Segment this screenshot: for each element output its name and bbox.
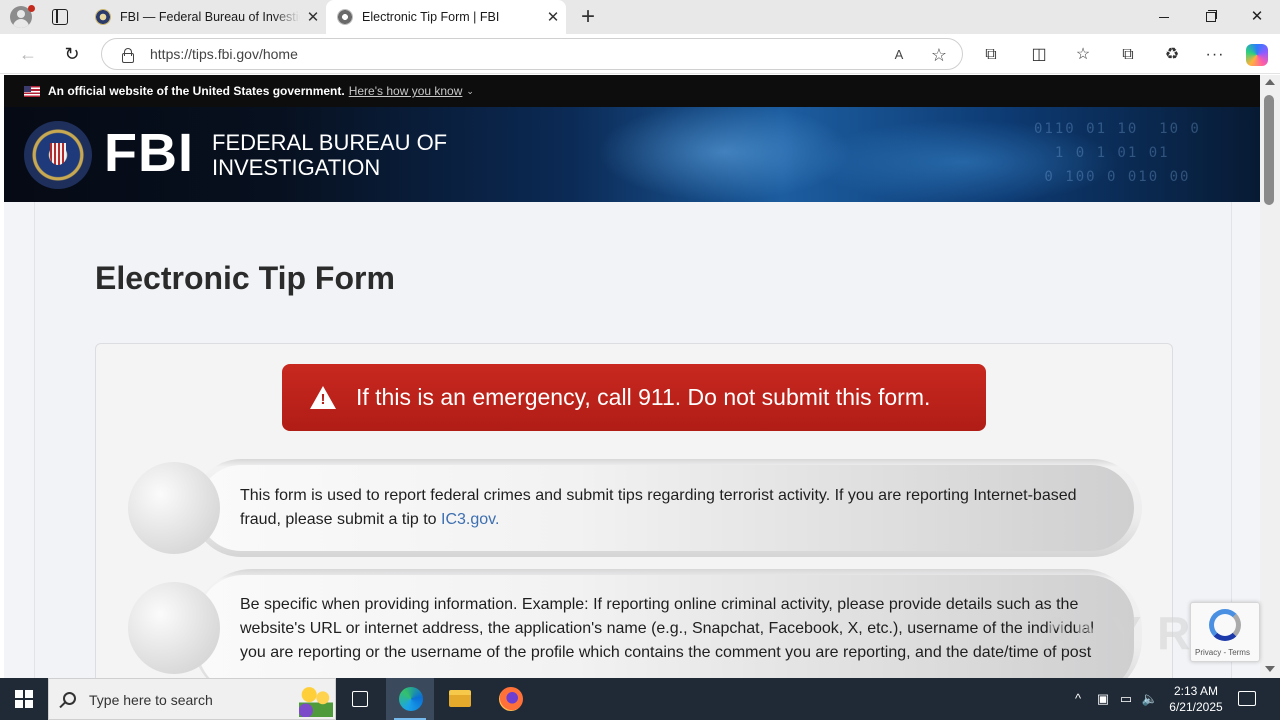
info-text: This form is used to report federal crim… — [240, 484, 1100, 532]
windows-start-icon[interactable] — [15, 690, 33, 708]
close-window-button[interactable]: ✕ — [1234, 0, 1280, 34]
scroll-thumb[interactable] — [1264, 95, 1274, 205]
info-item: Be specific when providing information. … — [128, 569, 1142, 678]
url-text[interactable]: https://tips.fbi.gov/home — [150, 46, 298, 62]
browser-essentials-icon[interactable]: ♻ — [1161, 44, 1183, 66]
warning-triangle-icon — [310, 386, 336, 409]
tab-title: Electronic Tip Form | FBI — [362, 10, 500, 24]
info-text-body: This form is used to report federal crim… — [240, 487, 1077, 528]
settings-more-icon[interactable]: ··· — [1204, 44, 1226, 66]
meet-now-icon[interactable]: ▣ — [1093, 678, 1113, 720]
back-arrow-icon[interactable]: ← — [14, 40, 42, 68]
search-highlight-flowers-icon — [299, 685, 333, 717]
clock-date: 6/21/2025 — [1169, 700, 1223, 714]
file-explorer-icon[interactable] — [436, 678, 484, 720]
agency-name[interactable]: FEDERAL BUREAU OF INVESTIGATION — [212, 130, 447, 180]
windows-taskbar: Type here to search ^ ▣ ▭ 🔈 2:13 AM 6/21… — [0, 678, 1280, 720]
site-info-lock-icon[interactable] — [120, 47, 134, 63]
minimize-button[interactable] — [1141, 0, 1187, 34]
site-header: 0110 01 10 10 0 1 0 1 01 01 0 100 0 010 … — [4, 107, 1260, 202]
fbi-seal-favicon-icon — [95, 9, 111, 25]
taskbar-clock[interactable]: 2:13 AM 6/21/2025 — [1162, 683, 1230, 715]
network-icon[interactable]: ▭ — [1116, 678, 1136, 720]
gov-banner-text: An official website of the United States… — [48, 84, 345, 98]
browser-toolbar: ← ↻ https://tips.fbi.gov/home A ☆ ⧉ ◫ ☆ … — [0, 34, 1280, 74]
collections-icon[interactable]: ⧉ — [1117, 44, 1139, 66]
copilot-icon[interactable] — [1246, 44, 1268, 66]
us-flag-icon — [24, 85, 40, 97]
edge-browser-icon[interactable] — [386, 678, 434, 720]
extensions-icon[interactable]: ⧉ — [980, 44, 1002, 66]
info-item: This form is used to report federal crim… — [128, 459, 1142, 557]
emergency-alert-text: If this is an emergency, call 911. Do no… — [356, 384, 931, 410]
info-text: Be specific when providing information. … — [240, 596, 1094, 661]
info-bullet-circle — [128, 462, 220, 554]
tab-close-icon[interactable]: ✕ — [540, 8, 566, 26]
firefox-icon[interactable] — [486, 678, 534, 720]
tab-fbi-home[interactable]: FBI — Federal Bureau of Investigation ✕ — [84, 0, 326, 34]
scroll-down-arrow-icon[interactable] — [1265, 666, 1275, 672]
emergency-alert: If this is an emergency, call 911. Do no… — [282, 364, 986, 431]
new-tab-button[interactable]: + — [576, 2, 600, 32]
web-page: An official website of the United States… — [4, 75, 1260, 678]
tab-actions-icon[interactable] — [52, 9, 68, 25]
clock-time: 2:13 AM — [1173, 684, 1219, 698]
gov-banner: An official website of the United States… — [4, 75, 1260, 107]
add-favorite-star-icon[interactable]: ☆ — [928, 44, 950, 66]
recaptcha-privacy-terms[interactable]: Privacy - Terms — [1195, 648, 1250, 657]
fbi-logo[interactable]: FBI — [104, 123, 194, 183]
reload-icon[interactable]: ↻ — [58, 40, 86, 68]
fbi-seal-favicon-icon — [337, 9, 353, 25]
form-container: If this is an emergency, call 911. Do no… — [95, 343, 1173, 678]
recaptcha-badge[interactable]: Privacy - Terms — [1190, 602, 1260, 662]
favorites-icon[interactable]: ☆ — [1072, 44, 1094, 66]
binary-background-art: 0110 01 10 10 0 1 0 1 01 01 0 100 0 010 … — [1034, 121, 1201, 185]
tab-title: FBI — Federal Bureau of Investigation — [120, 10, 300, 24]
read-aloud-icon[interactable]: A — [888, 44, 910, 66]
split-screen-icon[interactable]: ◫ — [1028, 44, 1050, 66]
search-placeholder: Type here to search — [89, 692, 213, 708]
tab-electronic-tip-form[interactable]: Electronic Tip Form | FBI ✕ — [326, 0, 566, 34]
tab-close-icon[interactable]: ✕ — [300, 8, 326, 26]
scroll-up-arrow-icon[interactable] — [1265, 79, 1275, 85]
restore-button[interactable] — [1187, 0, 1233, 34]
task-view-icon[interactable] — [336, 678, 384, 720]
search-icon — [63, 692, 76, 705]
info-bullet-circle — [128, 582, 220, 674]
chevron-down-icon[interactable]: ⌄ — [466, 86, 474, 97]
heres-how-you-know-link[interactable]: Here's how you know — [349, 84, 463, 98]
fbi-seal-icon[interactable] — [24, 121, 92, 189]
address-bar[interactable]: https://tips.fbi.gov/home A ☆ — [101, 38, 963, 70]
agency-name-line1: FEDERAL BUREAU OF — [212, 130, 448, 155]
volume-icon[interactable]: 🔈 — [1140, 678, 1160, 720]
profile-notification-dot — [28, 5, 35, 12]
ic3-link[interactable]: IC3.gov. — [441, 511, 499, 528]
notification-center-icon[interactable] — [1238, 691, 1256, 706]
tab-strip: FBI — Federal Bureau of Investigation ✕ … — [0, 0, 1280, 34]
recaptcha-logo-icon — [1209, 609, 1241, 641]
page-title: Electronic Tip Form — [95, 260, 395, 296]
show-hidden-icons-chevron-icon[interactable]: ^ — [1068, 678, 1088, 720]
agency-name-line2: INVESTIGATION — [212, 155, 381, 180]
taskbar-search-box[interactable]: Type here to search — [48, 678, 336, 720]
page-scrollbar[interactable] — [1260, 75, 1280, 678]
